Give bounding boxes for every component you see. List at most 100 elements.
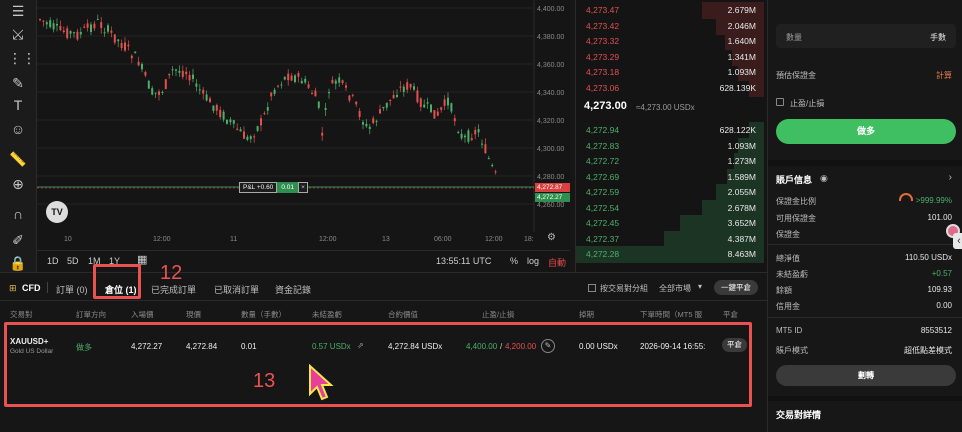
candle xyxy=(396,94,398,97)
candle xyxy=(460,133,463,139)
annotation-label-12: 12 xyxy=(160,262,183,284)
tab-cfd[interactable]: CFD xyxy=(22,283,41,293)
candle xyxy=(277,85,279,87)
close-all-button[interactable]: 一鍵平倉 xyxy=(714,280,758,295)
candlestick-chart[interactable]: 4,400.00 4,380.00 4,360.00 4,340.00 4,320.00… xyxy=(37,0,570,272)
menu-lines-icon[interactable]: ☰ xyxy=(8,2,28,20)
candle xyxy=(246,136,249,140)
candle xyxy=(338,77,341,83)
header-pnl: 未結盈虧 xyxy=(312,310,342,319)
available-margin-value: 101.00 xyxy=(927,213,952,222)
indicator-icon[interactable]: ⋮⋮ xyxy=(8,49,36,67)
candle xyxy=(100,22,103,29)
market-filter-select[interactable]: 全部市場 xyxy=(659,283,691,294)
eye-icon[interactable]: ◉ xyxy=(820,173,828,184)
candle xyxy=(147,80,150,89)
ruler-icon[interactable]: 📏 xyxy=(8,150,28,168)
chevron-down-icon[interactable]: ▾ xyxy=(698,282,702,291)
price-tick: 4,360.00 xyxy=(537,62,564,69)
header-close: 平倉 xyxy=(723,310,738,319)
candle xyxy=(202,89,205,94)
candle xyxy=(355,101,358,105)
timeframe-5d[interactable]: 5D xyxy=(67,256,79,266)
candle xyxy=(294,75,296,82)
pencil-lock-icon[interactable]: ✐ xyxy=(8,231,28,249)
brush-icon[interactable]: ✎ xyxy=(8,74,28,92)
candle xyxy=(389,99,392,101)
header-tpsl: 止盈/止損 xyxy=(482,310,515,319)
quantity-field[interactable]: 數量 手數 xyxy=(776,24,956,48)
credit-label: 信用金 xyxy=(776,302,800,311)
candle xyxy=(222,111,225,120)
lock-icon[interactable]: 🔒 xyxy=(8,254,28,272)
candle xyxy=(341,80,344,84)
order-book: 4,273.47 2.679M 4,273.42 2.046M 4,273.32 1.64… xyxy=(575,0,767,272)
candle xyxy=(331,79,334,84)
header-contract-value: 合約價值 xyxy=(388,310,418,319)
candle xyxy=(300,80,303,84)
candle xyxy=(52,23,55,30)
candle xyxy=(185,71,188,75)
tradingview-logo-icon[interactable]: TV xyxy=(46,201,68,223)
scale-percent-button[interactable]: % xyxy=(510,256,518,266)
group-by-pair-checkbox[interactable] xyxy=(588,284,596,292)
scale-auto-button[interactable]: 自動 xyxy=(548,256,566,269)
candle xyxy=(215,105,218,111)
price-chart[interactable]: 4,400.00 4,380.00 4,360.00 4,340.00 4,320.00… xyxy=(37,0,570,272)
tab-orders[interactable]: 訂單 (0) xyxy=(56,283,88,296)
candle xyxy=(66,28,69,39)
time-tick: 13 xyxy=(382,236,390,243)
cross-lines-icon[interactable]: ⤩ xyxy=(8,25,28,43)
account-info-title: 賬戶信息 xyxy=(776,175,813,185)
candle xyxy=(154,92,157,94)
candle xyxy=(195,83,198,87)
margin-label: 保證金 xyxy=(776,230,800,239)
candle xyxy=(453,118,456,122)
close-icon[interactable]: × xyxy=(297,182,308,193)
candle xyxy=(73,32,75,34)
candle xyxy=(192,74,194,79)
candle xyxy=(219,109,222,118)
candle xyxy=(93,23,96,29)
timeframe-1d[interactable]: 1D xyxy=(47,256,59,266)
candle xyxy=(464,135,466,138)
ask-row[interactable]: 4,273.06 628.139K xyxy=(576,79,764,98)
header-current: 現價 xyxy=(186,310,201,319)
candle xyxy=(69,31,72,34)
pnl-tag[interactable]: P&L +0.60 0.01 × xyxy=(239,182,308,193)
candle xyxy=(470,138,473,140)
bid-price: 4,272.28 xyxy=(586,249,620,259)
candle xyxy=(42,20,45,22)
transfer-button[interactable]: 劃轉 xyxy=(776,365,956,386)
magnet-icon[interactable]: ∩ xyxy=(8,205,28,223)
candle xyxy=(266,107,269,111)
account-mode-label: 賬戶模式 xyxy=(776,346,808,355)
candle xyxy=(120,43,123,49)
header-pair: 交易對 xyxy=(10,310,33,319)
candle xyxy=(205,94,208,101)
time-tick: 18: xyxy=(524,236,534,243)
quantity-unit[interactable]: 手數 xyxy=(930,32,946,43)
tab-fund-records[interactable]: 資金記錄 xyxy=(275,283,311,296)
candle xyxy=(402,86,405,92)
account-mode-value[interactable]: 超低點差模式 xyxy=(904,345,952,356)
candle xyxy=(494,171,497,173)
panel-collapse-chevron-icon[interactable]: ‹ xyxy=(953,233,962,249)
time-tick: 10 xyxy=(64,236,72,243)
emoji-icon[interactable]: ☺ xyxy=(8,120,28,138)
settings-gear-icon[interactable]: ⚙ xyxy=(547,232,556,243)
tab-cancelled-orders[interactable]: 已取消訂單 xyxy=(214,283,259,296)
scale-log-button[interactable]: log xyxy=(527,256,539,266)
bid-row[interactable]: 4,272.28 8.463M xyxy=(576,245,764,264)
pair-detail-title: 交易對詳情 xyxy=(776,410,822,420)
long-button[interactable]: 做多 xyxy=(776,119,956,144)
candle xyxy=(419,98,422,108)
candle xyxy=(188,74,191,81)
tpsl-checkbox[interactable] xyxy=(776,98,784,106)
chevron-right-icon[interactable]: › xyxy=(949,172,952,183)
text-tool-icon[interactable]: T xyxy=(8,96,28,114)
candle xyxy=(113,34,116,43)
estimated-margin-calc[interactable]: 計算 xyxy=(936,70,952,81)
zoom-in-icon[interactable]: ⊕ xyxy=(8,175,28,193)
candle xyxy=(256,126,259,131)
